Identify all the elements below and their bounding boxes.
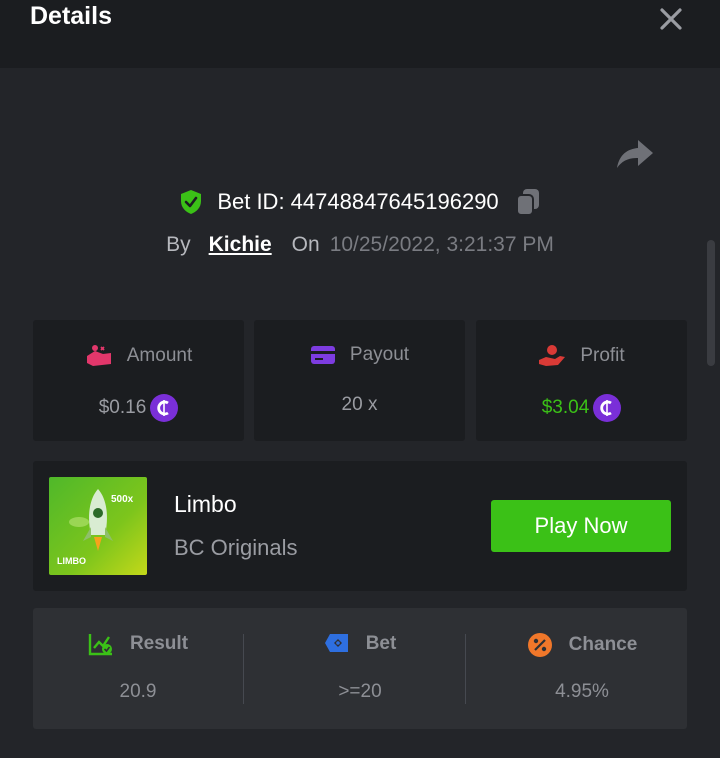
card-icon: [310, 346, 335, 364]
bet-column: Bet >=20: [255, 608, 465, 729]
payout-value: 20 x: [341, 394, 378, 415]
amount-card: Amount $0.16: [33, 320, 244, 441]
profit-value: $3.04: [541, 397, 590, 418]
thumb-badge: 500x: [111, 494, 134, 505]
on-label: On: [291, 233, 320, 256]
payout-card: Payout 20 x: [254, 320, 465, 441]
coin-icon: [150, 394, 179, 422]
by-label: By: [166, 233, 191, 256]
bet-datetime: 10/25/2022, 3:21:37 PM: [329, 233, 554, 256]
wallet-icon: [86, 345, 111, 366]
chart-check-icon: [88, 634, 112, 656]
username-link[interactable]: Kichie: [209, 233, 272, 257]
result-column: Result 20.9: [33, 608, 243, 729]
rocket-icon: 500x LIMBO: [49, 477, 147, 575]
amount-label: Amount: [126, 345, 193, 366]
payout-label: Payout: [349, 344, 410, 365]
amount-value: $0.16: [98, 397, 147, 418]
chance-value: 4.95%: [555, 681, 609, 702]
bet-meta-row: By Kichie On 10/25/2022, 3:21:37 PM: [0, 230, 720, 260]
bet-label: Bet: [365, 633, 397, 654]
game-provider: BC Originals: [174, 535, 298, 560]
game-thumbnail[interactable]: 500x LIMBO: [49, 477, 147, 575]
chance-column: Chance 4.95%: [477, 608, 687, 729]
profit-label: Profit: [580, 345, 625, 366]
target-icon: [324, 634, 348, 652]
page-title: Details: [30, 2, 112, 30]
divider: [465, 634, 466, 704]
bet-id-row: Bet ID: 447488476451962​90: [0, 186, 720, 218]
chance-label: Chance: [568, 634, 638, 655]
share-icon[interactable]: [616, 138, 654, 170]
bet-value: >=20: [338, 681, 382, 702]
bet-id: Bet ID: 447488476451962​90: [217, 189, 499, 214]
close-icon[interactable]: [656, 4, 686, 34]
thumb-name: LIMBO: [57, 556, 86, 566]
verified-shield-icon: [181, 190, 202, 214]
result-card: Result 20.9 Bet >=20 Chance 4.95%: [33, 608, 687, 729]
hand-coin-icon: [539, 345, 566, 366]
game-card: 500x LIMBO Limbo BC Originals Play Now: [33, 461, 687, 591]
copy-icon[interactable]: [515, 188, 541, 216]
result-value: 20.9: [119, 681, 157, 702]
details-header: Details: [0, 0, 720, 68]
game-title[interactable]: Limbo: [174, 491, 237, 518]
percent-icon: [527, 633, 552, 657]
divider: [243, 634, 244, 704]
coin-icon: [593, 394, 622, 422]
play-now-button[interactable]: Play Now: [491, 500, 671, 552]
profit-card: Profit $3.04: [476, 320, 687, 441]
result-label: Result: [129, 633, 189, 654]
